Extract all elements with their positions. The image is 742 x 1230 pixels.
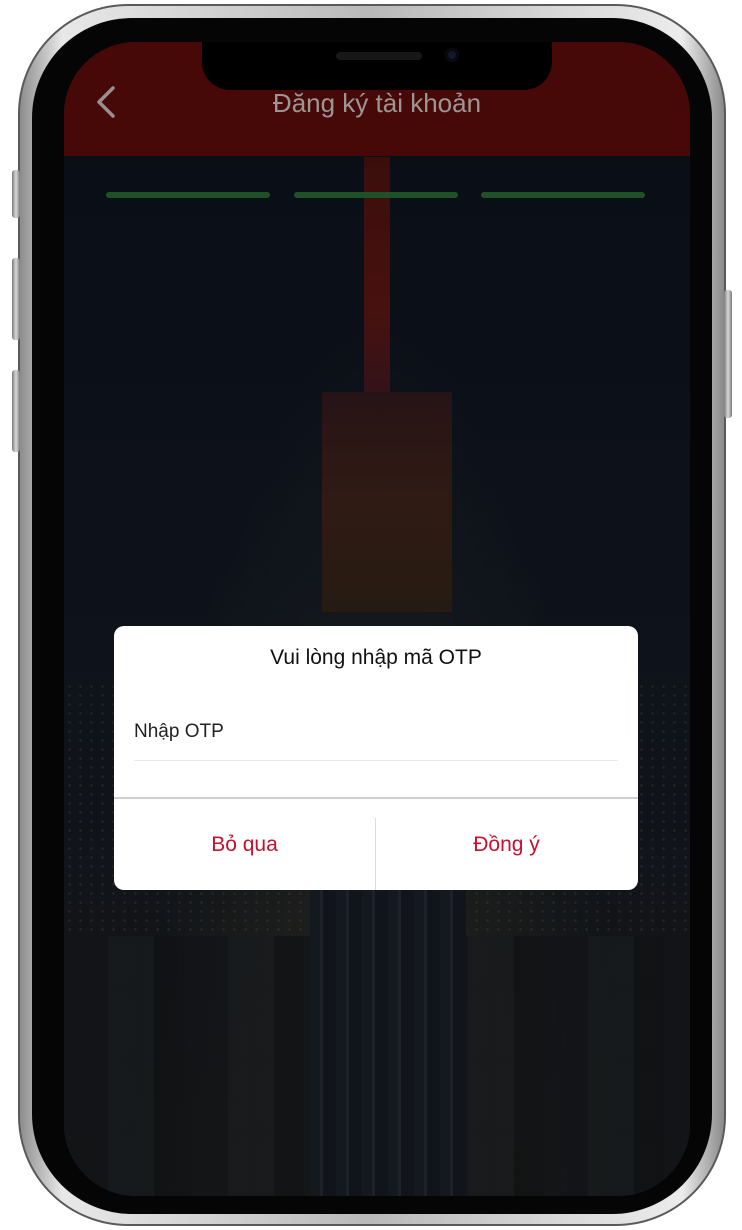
agree-button[interactable]: Đồng ý bbox=[376, 799, 637, 890]
volume-up-button bbox=[12, 258, 20, 340]
phone-screen: Đăng ký tài khoản Vui lòng nhập mã OTP B… bbox=[64, 42, 690, 1196]
power-button bbox=[724, 290, 732, 418]
modal-overlay bbox=[64, 42, 690, 1196]
skip-button[interactable]: Bỏ qua bbox=[114, 799, 375, 890]
silent-switch bbox=[12, 170, 20, 218]
volume-down-button bbox=[12, 370, 20, 452]
otp-dialog: Vui lòng nhập mã OTP Bỏ qua Đồng ý bbox=[114, 626, 638, 890]
dialog-title: Vui lòng nhập mã OTP bbox=[270, 646, 482, 669]
otp-input[interactable] bbox=[134, 704, 618, 761]
